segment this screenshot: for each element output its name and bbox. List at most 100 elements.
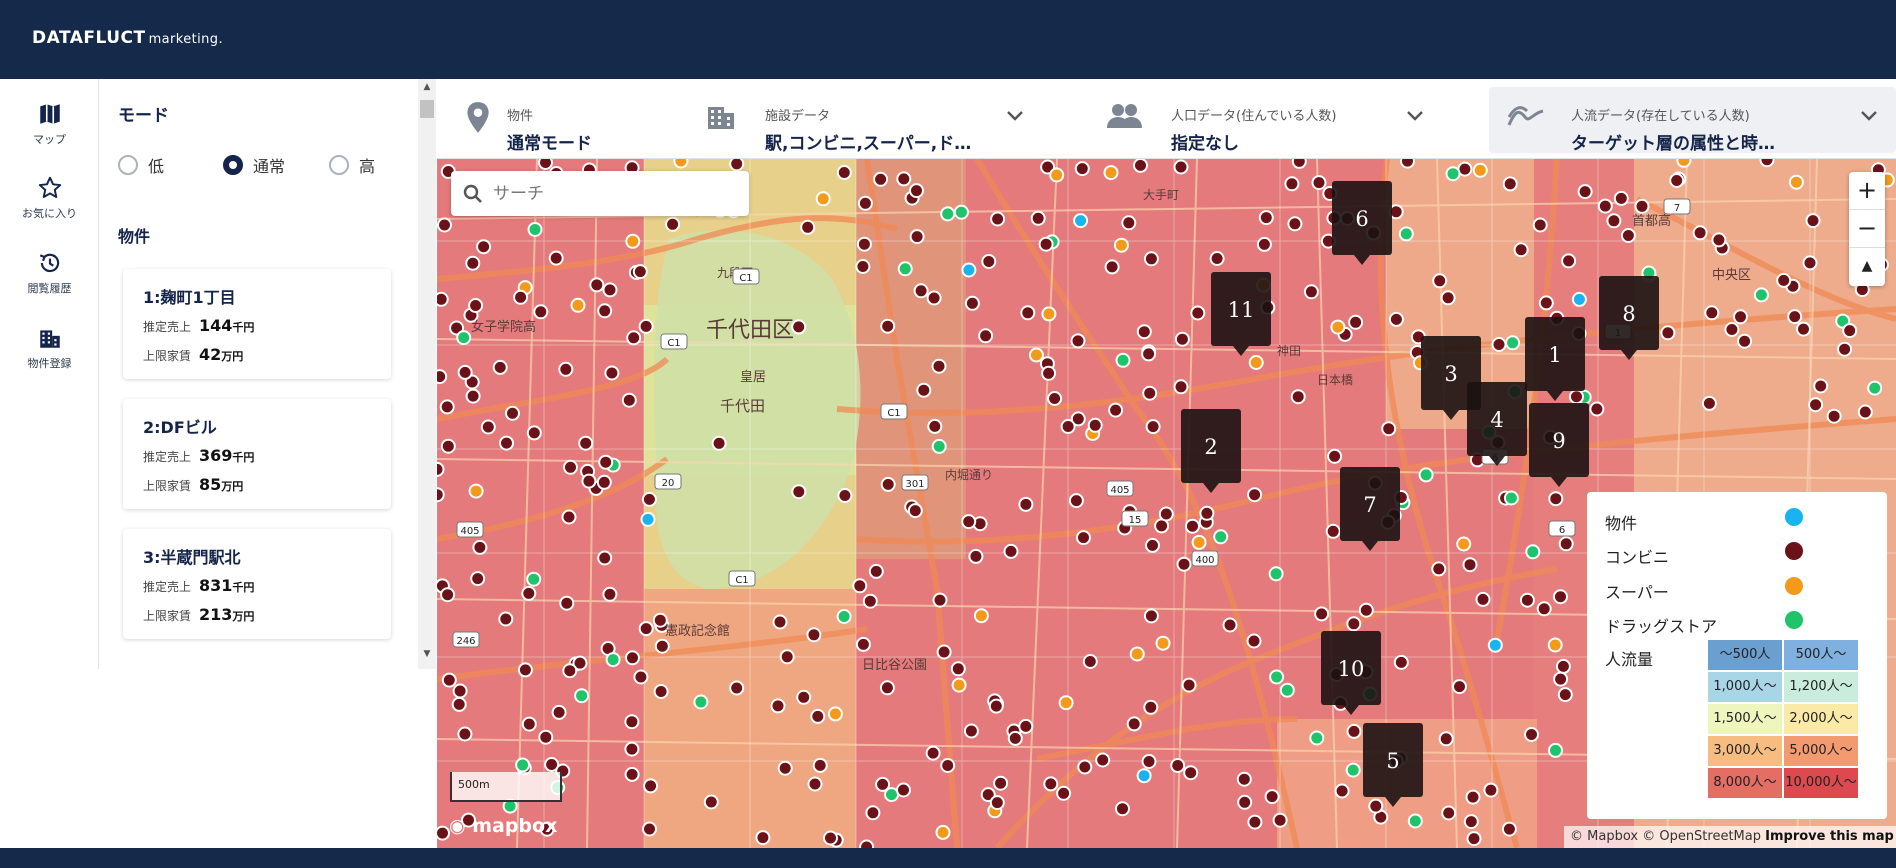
poi-dot[interactable] <box>1303 284 1319 300</box>
poi-dot[interactable] <box>551 704 567 720</box>
poi-dot[interactable] <box>1237 794 1253 810</box>
property-marker-5[interactable]: 5 <box>1363 723 1423 807</box>
poi-dot[interactable] <box>1837 341 1853 357</box>
poi-dot[interactable] <box>1440 290 1456 306</box>
mode-radio-high[interactable]: 高 <box>329 154 375 176</box>
poi-dot[interactable] <box>1548 742 1563 758</box>
poi-dot[interactable] <box>1141 346 1157 362</box>
mode-radio-low[interactable]: 低 <box>118 154 164 176</box>
rail-item-favorites[interactable]: お気に入り <box>0 175 99 221</box>
compass-button[interactable]: ▲ <box>1849 248 1885 286</box>
poi-dot[interactable] <box>1557 687 1573 703</box>
poi-dot[interactable] <box>653 684 669 699</box>
improve-map-link[interactable]: Improve this map <box>1765 829 1894 844</box>
poi-dot[interactable] <box>533 304 549 320</box>
search-input[interactable] <box>493 181 733 207</box>
poi-dot[interactable] <box>1737 333 1753 349</box>
poi-dot[interactable] <box>791 319 807 335</box>
poi-dot[interactable] <box>492 359 508 375</box>
poi-dot[interactable] <box>437 217 452 233</box>
poi-dot[interactable] <box>1456 536 1472 552</box>
poi-dot[interactable] <box>559 595 575 611</box>
poi-dot[interactable] <box>896 782 911 798</box>
poi-dot[interactable] <box>1068 493 1084 509</box>
poi-dot[interactable] <box>665 216 681 232</box>
poi-dot[interactable] <box>1513 242 1529 258</box>
poi-dot[interactable] <box>1158 506 1174 522</box>
poi-dot[interactable] <box>1115 352 1131 368</box>
poi-dot[interactable] <box>1381 421 1397 437</box>
poi-dot[interactable] <box>624 741 640 757</box>
poi-dot[interactable] <box>1043 776 1059 792</box>
poi-dot[interactable] <box>1826 408 1842 424</box>
poi-dot[interactable] <box>625 233 641 249</box>
poi-dot[interactable] <box>879 680 895 696</box>
poi-dot[interactable] <box>961 514 977 530</box>
poi-dot[interactable] <box>513 289 529 305</box>
poi-dot[interactable] <box>931 358 947 374</box>
poi-dot[interactable] <box>1589 401 1605 417</box>
poi-dot[interactable] <box>642 821 657 837</box>
poi-dot[interactable] <box>791 484 807 500</box>
poi-dot[interactable] <box>1041 365 1057 381</box>
poi-dot[interactable] <box>897 261 913 277</box>
poi-dot[interactable] <box>1209 251 1225 266</box>
poi-dot[interactable] <box>1070 333 1086 349</box>
zoom-in-button[interactable]: + <box>1849 172 1885 210</box>
poi-dot[interactable] <box>440 587 456 603</box>
poi-dot[interactable] <box>476 239 492 255</box>
property-marker-7[interactable]: 7 <box>1340 467 1400 551</box>
poi-dot[interactable] <box>517 662 533 678</box>
poi-dot[interactable] <box>561 509 577 525</box>
poi-dot[interactable] <box>1548 491 1564 507</box>
poi-dot[interactable] <box>1502 176 1518 192</box>
poi-dot[interactable] <box>990 211 1006 227</box>
poi-dot[interactable] <box>558 361 574 377</box>
poi-dot[interactable] <box>963 723 979 739</box>
poi-dot[interactable] <box>578 435 594 451</box>
poi-dot[interactable] <box>1368 798 1384 814</box>
poi-dot[interactable] <box>1571 291 1587 307</box>
poi-dot[interactable] <box>1465 789 1481 805</box>
poi-dot[interactable] <box>1143 251 1159 267</box>
poi-dot[interactable] <box>505 405 520 421</box>
poi-dot[interactable] <box>621 392 637 408</box>
poi-dot[interactable] <box>940 758 956 773</box>
poi-dot[interactable] <box>1314 606 1330 622</box>
scroll-thumb[interactable] <box>420 100 434 118</box>
poi-dot[interactable] <box>1346 723 1362 739</box>
poi-dot[interactable] <box>1808 397 1824 413</box>
poi-dot[interactable] <box>1463 814 1479 830</box>
poi-dot[interactable] <box>1082 654 1098 669</box>
poi-dot[interactable] <box>1047 391 1063 406</box>
poi-dot[interactable] <box>1136 768 1152 784</box>
poi-dot[interactable] <box>1669 173 1685 188</box>
poi-dot[interactable] <box>1103 165 1119 181</box>
poi-dot[interactable] <box>1857 404 1873 420</box>
poi-dot[interactable] <box>1115 801 1130 817</box>
poi-dot[interactable] <box>1525 544 1541 560</box>
property-marker-6[interactable]: 6 <box>1332 181 1392 265</box>
property-marker-4[interactable]: 4 <box>1467 382 1527 466</box>
poi-dot[interactable] <box>1407 813 1423 829</box>
poi-dot[interactable] <box>451 696 467 712</box>
poi-dot[interactable] <box>964 295 980 311</box>
poi-dot[interactable] <box>993 775 1009 791</box>
poi-dot[interactable] <box>1049 167 1065 183</box>
mode-radio-normal[interactable]: 通常 <box>223 154 285 176</box>
poi-dot[interactable] <box>1129 646 1145 662</box>
poi-dot[interactable] <box>1538 295 1554 311</box>
poi-dot[interactable] <box>1796 321 1811 337</box>
poi-dot[interactable] <box>1143 699 1159 715</box>
poi-dot[interactable] <box>1311 175 1327 191</box>
poi-dot[interactable] <box>950 661 966 677</box>
poi-dot[interactable] <box>729 159 745 172</box>
poi-dot[interactable] <box>779 649 795 665</box>
poi-dot[interactable] <box>935 824 951 840</box>
poi-dot[interactable] <box>1248 355 1264 370</box>
poi-dot[interactable] <box>1291 159 1307 169</box>
poi-dot[interactable] <box>1056 785 1072 801</box>
poi-dot[interactable] <box>1558 536 1574 552</box>
poi-dot[interactable] <box>527 222 543 237</box>
poi-dot[interactable] <box>968 548 984 564</box>
